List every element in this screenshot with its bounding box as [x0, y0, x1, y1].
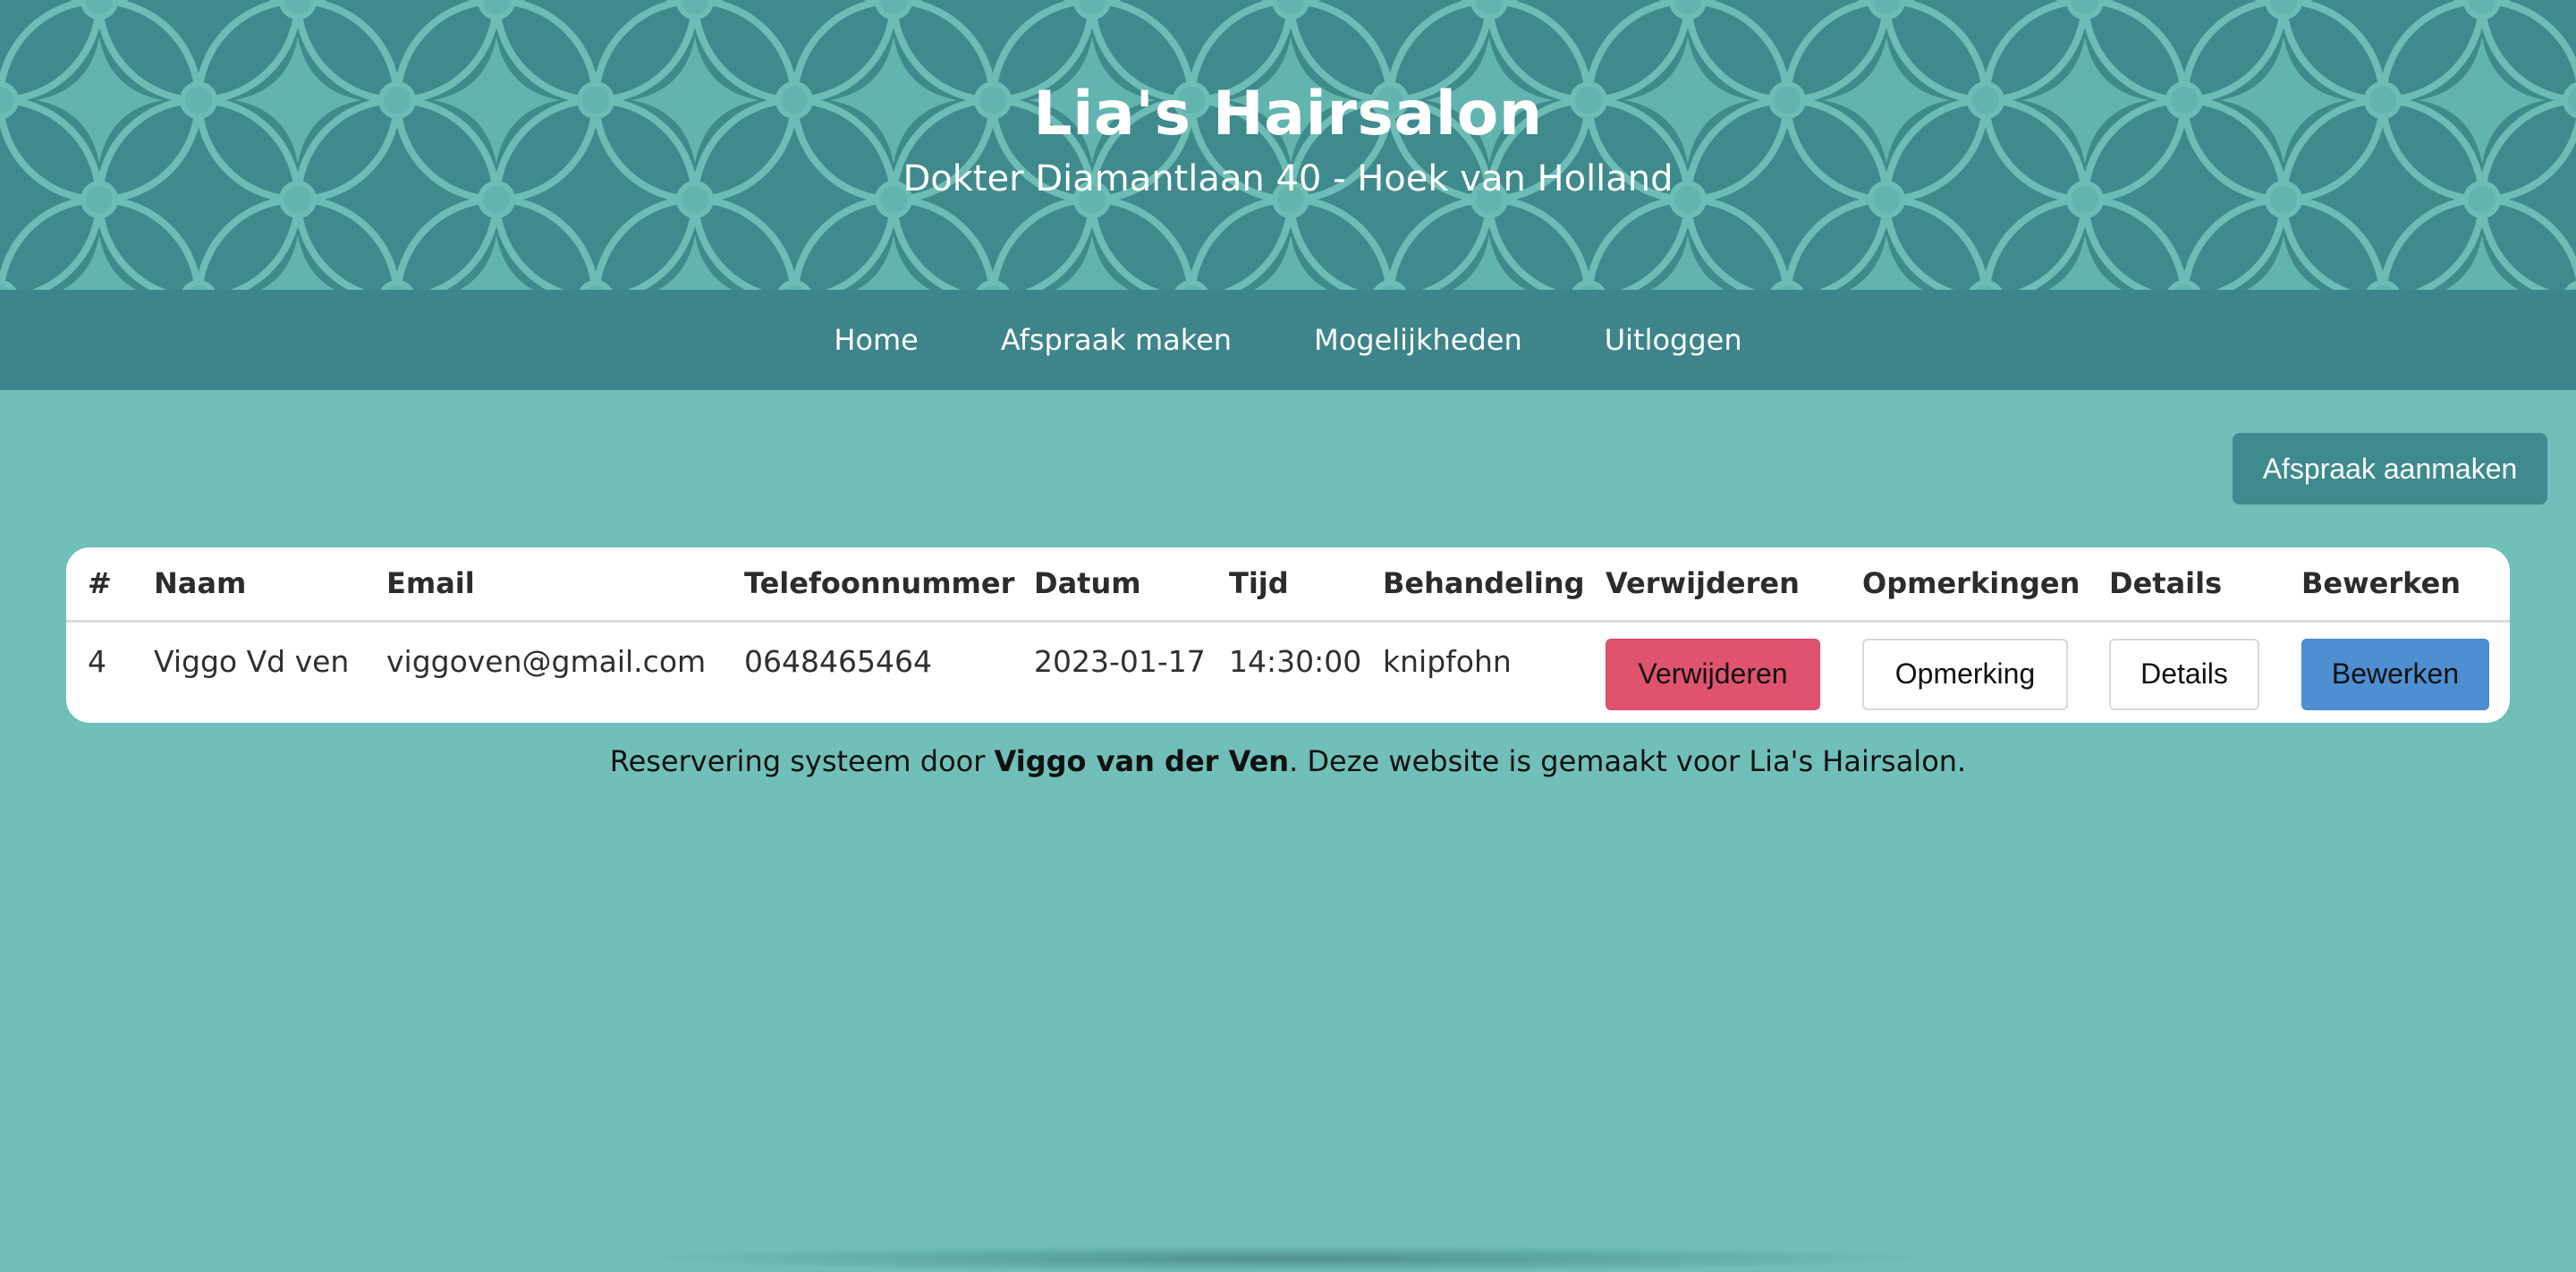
delete-button[interactable]: Verwijderen — [1606, 638, 1820, 710]
col-header-opmerkingen: Opmerkingen — [1862, 547, 2109, 623]
header-banner: Lia's Hairsalon Dokter Diamantlaan 40 - … — [0, 0, 2576, 290]
details-button[interactable]: Details — [2109, 638, 2259, 710]
col-header-bewerken: Bewerken — [2301, 547, 2510, 623]
col-header-tijd: Tijd — [1229, 547, 1383, 623]
appointments-card: # Naam Email Telefoonnummer Datum Tijd B… — [66, 547, 2510, 723]
footer-credit: Reservering systeem door Viggo van der V… — [0, 744, 2576, 778]
col-header-verwijderen: Verwijderen — [1606, 547, 1862, 623]
site-address: Dokter Diamantlaan 40 - Hoek van Holland — [902, 158, 1674, 199]
table-header-row: # Naam Email Telefoonnummer Datum Tijd B… — [66, 547, 2510, 623]
cell-tijd: 14:30:00 — [1229, 643, 1362, 679]
col-header-behandeling: Behandeling — [1383, 547, 1606, 623]
cell-behandeling: knipfohn — [1383, 643, 1512, 679]
cell-remark: Opmerking — [1862, 621, 2109, 720]
nav-afspraak-maken[interactable]: Afspraak maken — [1001, 323, 1232, 357]
edit-button[interactable]: Bewerken — [2301, 638, 2489, 710]
bottom-shadow — [626, 1245, 1950, 1272]
cell-email: viggoven@gmail.com — [386, 643, 707, 679]
nav-uitloggen[interactable]: Uitloggen — [1605, 323, 1742, 357]
site-title: Lia's Hairsalon — [1033, 79, 1543, 149]
col-header-email: Email — [386, 547, 744, 623]
cell-telefoon: 0648465464 — [744, 643, 932, 679]
col-header-naam: Naam — [154, 547, 386, 623]
create-appointment-button[interactable]: Afspraak aanmaken — [2233, 433, 2547, 505]
col-header-telefoonnummer: Telefoonnummer — [744, 547, 1034, 623]
cell-edit: Bewerken — [2301, 621, 2510, 720]
col-header-datum: Datum — [1034, 547, 1229, 623]
appointments-table: # Naam Email Telefoonnummer Datum Tijd B… — [66, 547, 2510, 720]
nav-home[interactable]: Home — [834, 323, 919, 357]
cell-details: Details — [2109, 621, 2301, 720]
cell-naam: Viggo Vd ven — [154, 643, 350, 679]
footer-author: Viggo van der Ven — [994, 744, 1290, 778]
footer-prefix: Reservering systeem door — [609, 744, 995, 778]
table-row: 4 Viggo Vd ven viggoven@gmail.com 064846… — [66, 621, 2510, 720]
main-nav: Home Afspraak maken Mogelijkheden Uitlog… — [0, 290, 2576, 390]
col-header-details: Details — [2109, 547, 2301, 623]
footer-suffix: . Deze website is gemaakt voor Lia's Hai… — [1289, 744, 1967, 778]
col-header-id: # — [66, 547, 154, 623]
remark-button[interactable]: Opmerking — [1862, 638, 2068, 710]
cell-id: 4 — [88, 643, 106, 679]
cell-datum: 2023-01-17 — [1034, 643, 1206, 679]
nav-mogelijkheden[interactable]: Mogelijkheden — [1314, 323, 1522, 357]
cell-delete: Verwijderen — [1606, 621, 1862, 720]
